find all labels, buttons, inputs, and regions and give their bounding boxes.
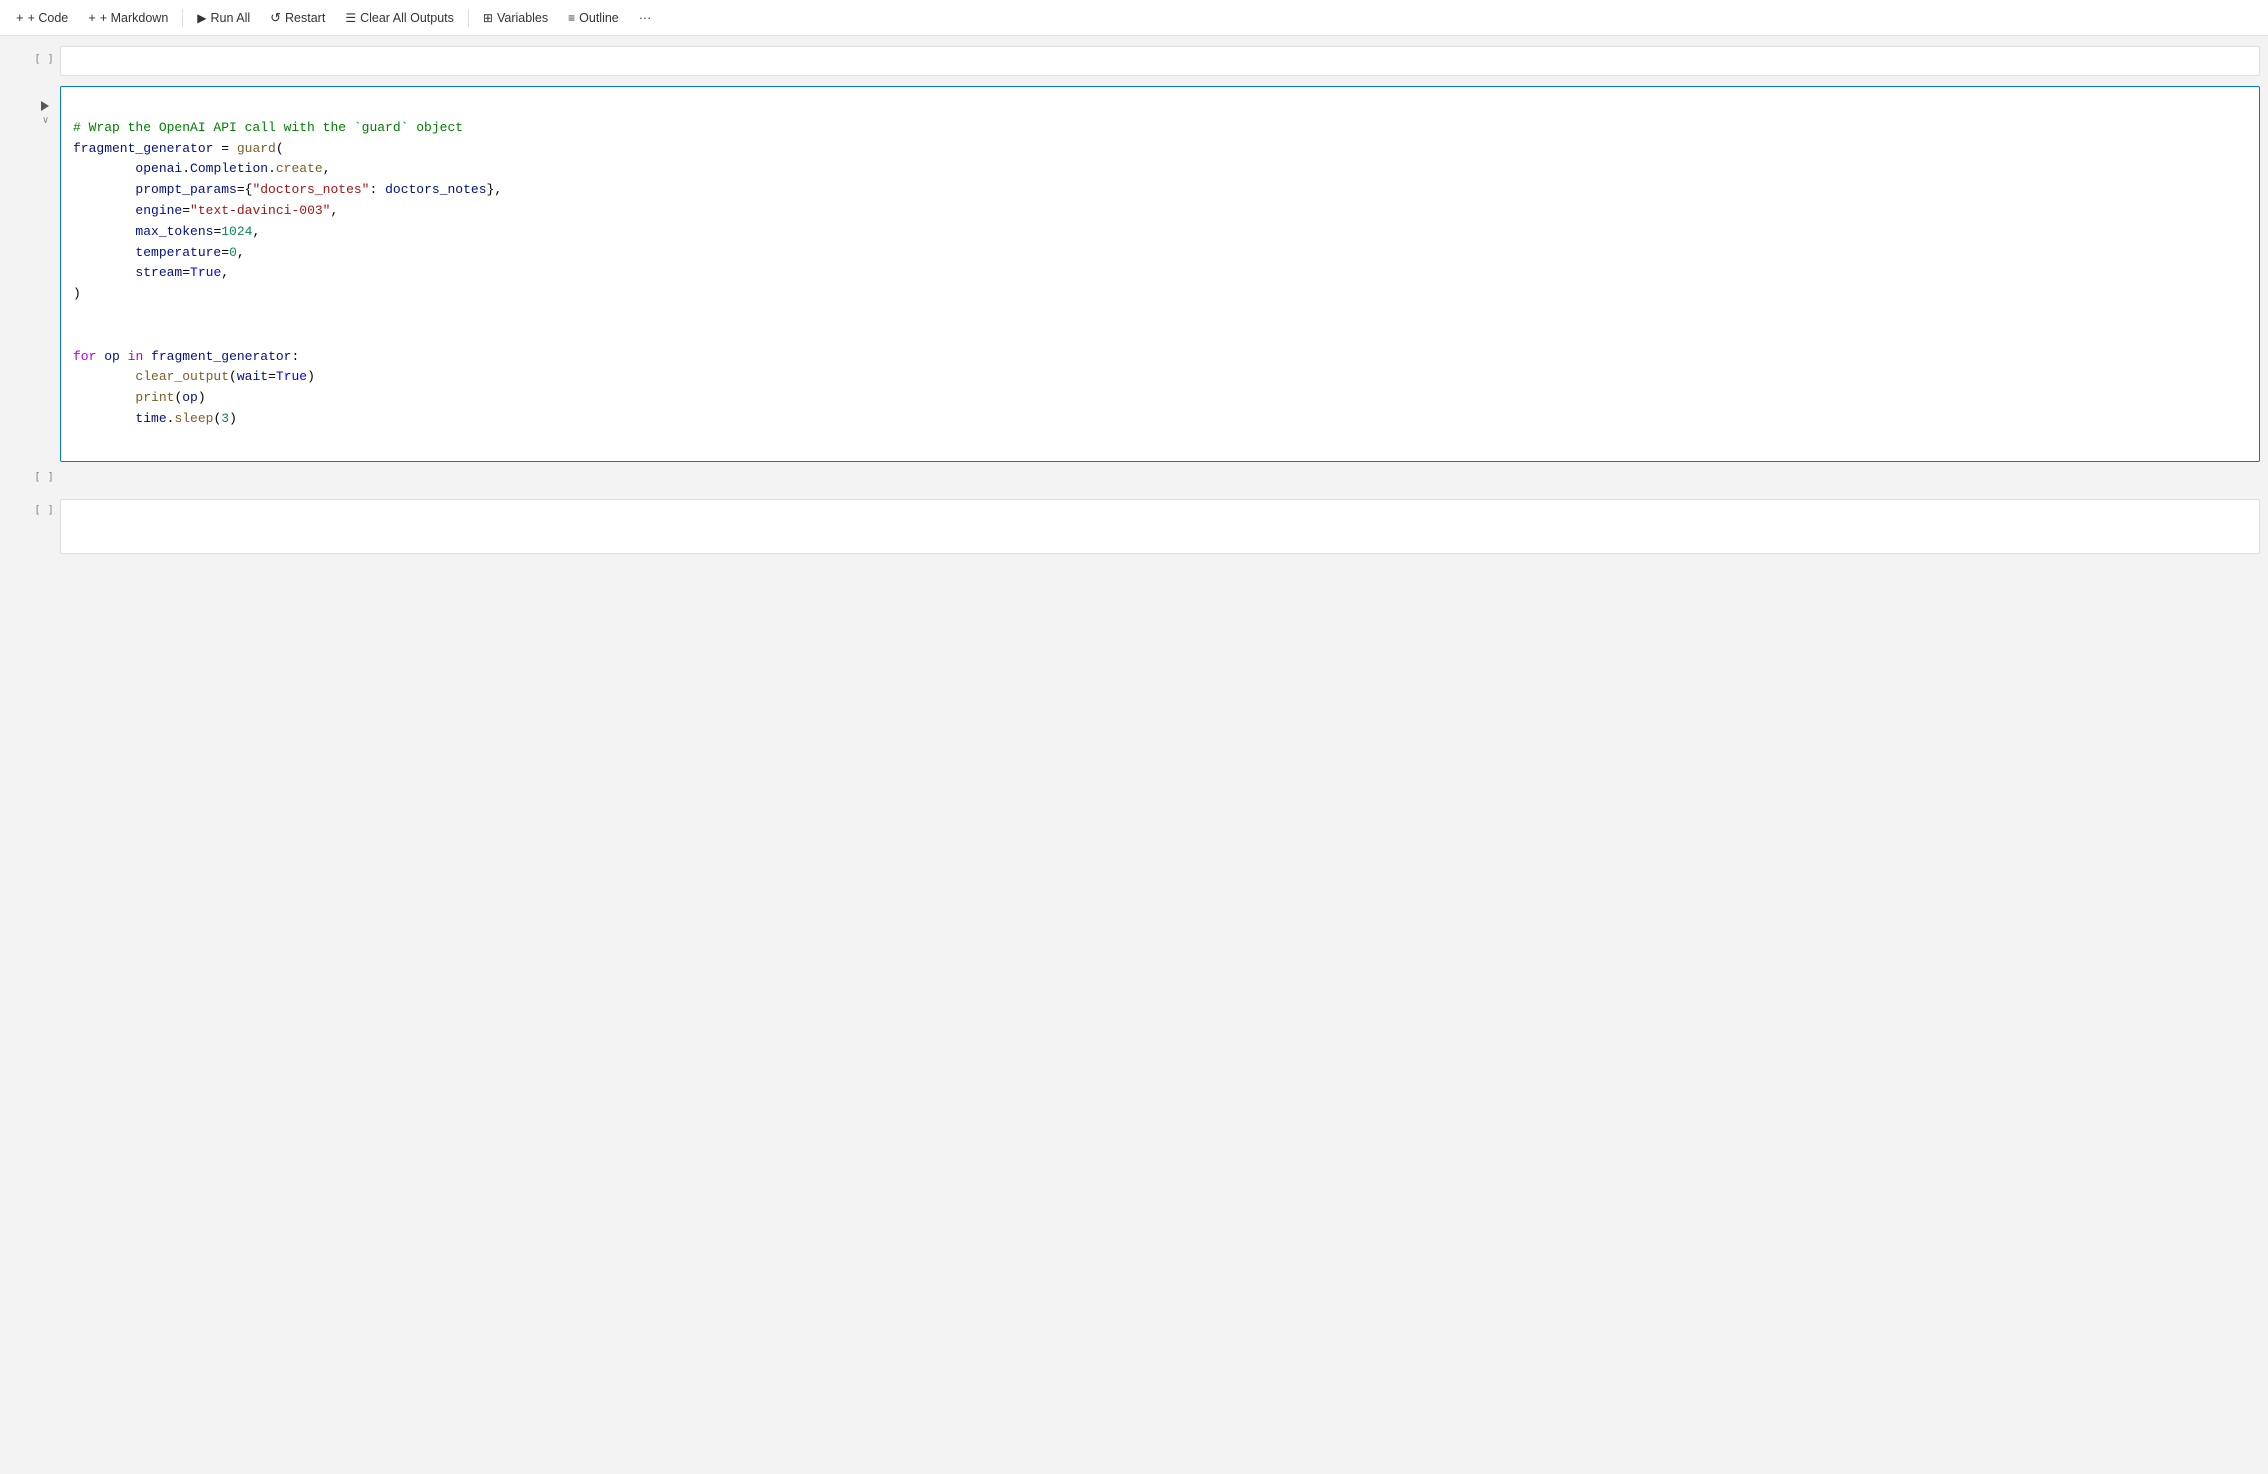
outline-icon: ≡ bbox=[568, 11, 575, 25]
add-code-label: + Code bbox=[28, 11, 69, 25]
notebook-area: [ ] ∨ # Wrap the OpenAI API call with th… bbox=[0, 36, 2268, 1474]
cell-top-container: [ ] bbox=[0, 42, 2268, 80]
cell-main-container: ∨ # Wrap the OpenAI API call with the `g… bbox=[0, 82, 2268, 466]
chevron-down-icon: ∨ bbox=[42, 116, 48, 126]
cell-main-bottom-gutter: [ ] bbox=[0, 466, 60, 491]
cell-top-gutter: [ ] bbox=[0, 42, 60, 80]
clear-all-outputs-button[interactable]: ☰ Clear All Outputs bbox=[337, 8, 462, 28]
notebook-toolbar: + + Code + + Markdown ▶ Run All ↺ Restar… bbox=[0, 0, 2268, 36]
cell-bottom-container: [ ] bbox=[0, 495, 2268, 558]
cell-main-bottom-bracket-container: [ ] bbox=[0, 466, 2268, 491]
clear-icon: ☰ bbox=[345, 11, 356, 25]
cell-main-gutter: ∨ bbox=[0, 82, 60, 466]
toolbar-separator-2 bbox=[468, 9, 469, 27]
variables-button[interactable]: ⊞ Variables bbox=[475, 8, 556, 28]
add-code-button[interactable]: + + Code bbox=[8, 7, 76, 28]
comment-line: # Wrap the OpenAI API call with the `gua… bbox=[73, 120, 463, 135]
more-label: ··· bbox=[639, 11, 652, 25]
cell-bottom-gutter: [ ] bbox=[0, 495, 60, 558]
outline-label: Outline bbox=[579, 11, 619, 25]
plus-markdown-icon: + bbox=[88, 10, 96, 25]
cell-main-bottom-bracket: [ ] bbox=[34, 470, 54, 483]
restart-icon: ↺ bbox=[270, 10, 281, 26]
plus-code-icon: + bbox=[16, 10, 24, 25]
cell-main-content[interactable]: # Wrap the OpenAI API call with the `gua… bbox=[60, 86, 2260, 462]
cell-run-button[interactable] bbox=[37, 98, 54, 114]
variables-icon: ⊞ bbox=[483, 11, 493, 25]
more-button[interactable]: ··· bbox=[631, 8, 660, 28]
run-all-icon: ▶ bbox=[197, 11, 206, 25]
play-icon bbox=[41, 101, 49, 111]
add-markdown-label: + Markdown bbox=[100, 11, 168, 25]
outline-button[interactable]: ≡ Outline bbox=[560, 8, 627, 28]
cell-top-content[interactable] bbox=[60, 46, 2260, 76]
toolbar-separator-1 bbox=[182, 9, 183, 27]
variables-label: Variables bbox=[497, 11, 548, 25]
cell-bottom-content[interactable] bbox=[60, 499, 2260, 554]
notebook-empty-area bbox=[0, 558, 2268, 1358]
clear-all-outputs-label: Clear All Outputs bbox=[360, 11, 454, 25]
add-markdown-button[interactable]: + + Markdown bbox=[80, 7, 176, 28]
run-all-label: Run All bbox=[211, 11, 251, 25]
cell-main-bottom-space bbox=[60, 466, 2260, 491]
run-all-button[interactable]: ▶ Run All bbox=[189, 8, 258, 28]
cell-bottom-bracket: [ ] bbox=[34, 503, 54, 516]
code-editor[interactable]: # Wrap the OpenAI API call with the `gua… bbox=[61, 87, 2259, 461]
restart-button[interactable]: ↺ Restart bbox=[262, 7, 333, 29]
restart-label: Restart bbox=[285, 11, 325, 25]
cell-top-bracket: [ ] bbox=[34, 52, 54, 65]
